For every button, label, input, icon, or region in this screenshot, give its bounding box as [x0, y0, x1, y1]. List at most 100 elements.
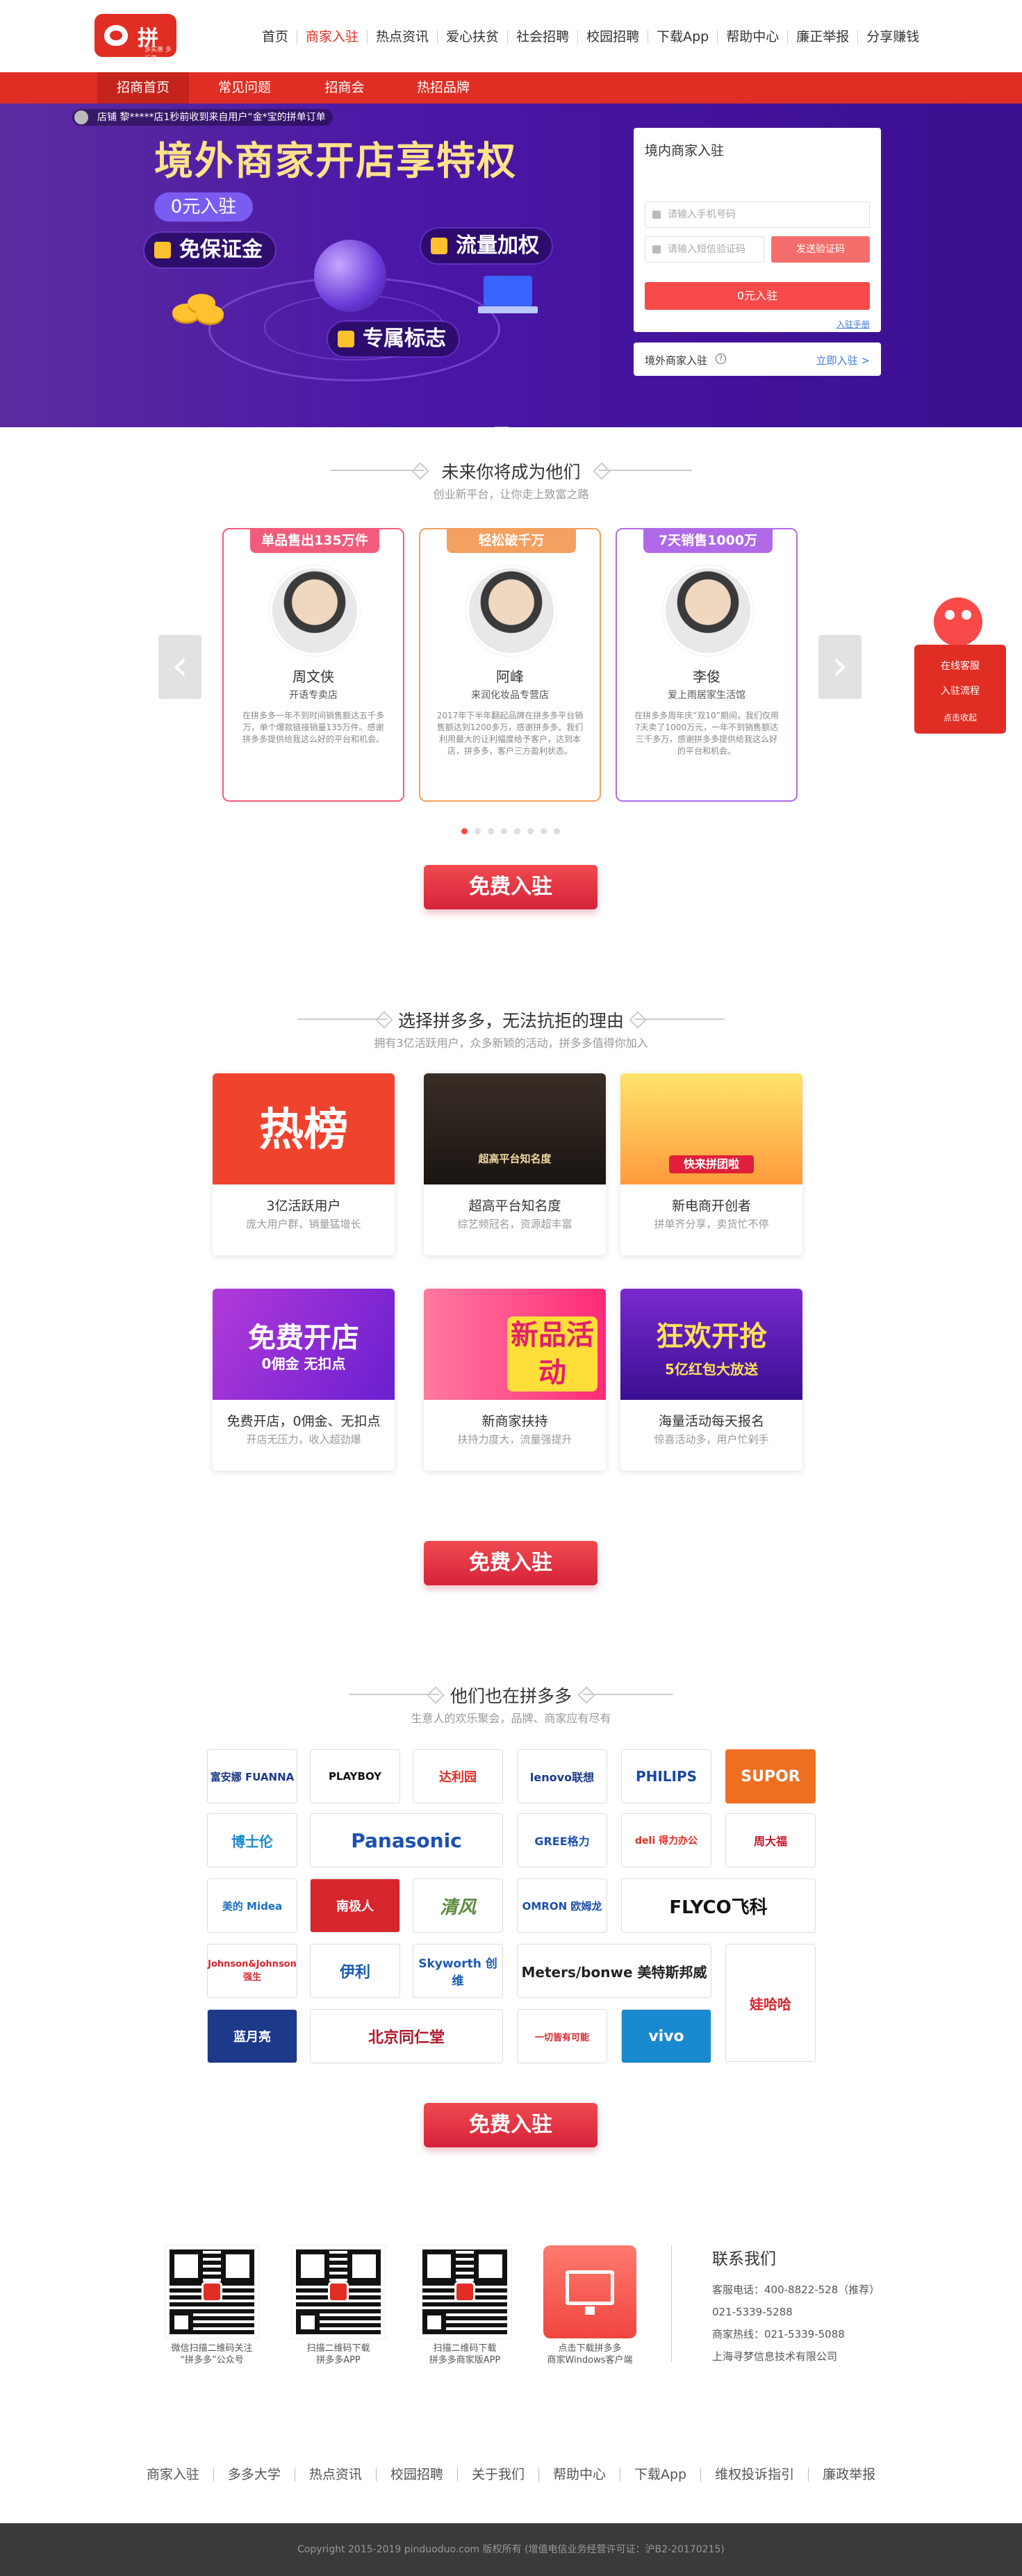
- coins-icon: [172, 290, 224, 323]
- section-subtitle-future: 创业新平台，让你走上致富之路: [433, 488, 589, 501]
- qr-caption: 扫描二维码下载 拼多多商家版APP: [429, 2343, 501, 2366]
- brand-logo[interactable]: PHILIPS: [621, 1749, 711, 1803]
- footer-link-complaint[interactable]: 维权投诉指引: [700, 2468, 808, 2482]
- brand-logo[interactable]: Johnson&Johnson 强生: [207, 1944, 297, 1998]
- overseas-label: 境外商家入驻: [645, 354, 708, 367]
- app-qr-code: [292, 2245, 385, 2338]
- brand-logo[interactable]: Skyworth 创维: [413, 1944, 503, 1998]
- nav-download-app[interactable]: 下载App: [648, 30, 717, 44]
- brand-logo[interactable]: 博士伦: [207, 1813, 297, 1867]
- footer-link-download[interactable]: 下载App: [619, 2468, 700, 2482]
- overseas-join-link[interactable]: 立即入驻 >: [816, 353, 870, 368]
- nav-social-recruit[interactable]: 社会招聘: [507, 30, 577, 44]
- feature-tile[interactable]: 免费开店 0佣金 无扣点 免费开店，0佣金、无扣点 开店无压力，收入超劲爆: [213, 1289, 395, 1471]
- footer-link-report[interactable]: 廉政举报: [808, 2468, 889, 2482]
- collapse-button[interactable]: 点击收起: [914, 711, 1006, 723]
- footer-divider: [671, 2245, 672, 2362]
- brand-logo[interactable]: 美的 Midea: [207, 1879, 297, 1933]
- free-join-button[interactable]: 免费入驻: [424, 2103, 597, 2147]
- brand-logo[interactable]: 南极人: [310, 1879, 400, 1933]
- footer-link-help[interactable]: 帮助中心: [538, 2468, 620, 2482]
- phone-input[interactable]: 请输入手机号码: [645, 201, 870, 228]
- nav-share-earn[interactable]: 分享赚钱: [857, 30, 928, 44]
- footer-link-campus[interactable]: 校园招聘: [375, 2468, 457, 2482]
- brand-logo[interactable]: PLAYBOY: [310, 1749, 400, 1803]
- qr-caption: 点击下载拼多多 商家Windows客户端: [547, 2343, 633, 2366]
- tab-faq[interactable]: 常见问题: [199, 72, 290, 104]
- signup-title: 境内商家入驻: [645, 143, 725, 158]
- hero-banner: 店铺 黎*****店1秒前收到来自用户“金*宝的拼单订单 境外商家开店享特权 0…: [0, 104, 1022, 443]
- footer-link-university[interactable]: 多多大学: [213, 2468, 295, 2482]
- feature-tile[interactable]: 新品活动 新商家扶持 扶持力度大，流量强提升: [424, 1289, 606, 1471]
- nav-campus-recruit[interactable]: 校园招聘: [577, 30, 648, 44]
- nav-news[interactable]: 热点资讯: [367, 30, 437, 44]
- message-icon: [652, 245, 661, 254]
- brand-logo[interactable]: lenovo联想: [517, 1749, 607, 1803]
- join-guide-link[interactable]: 入驻手册: [836, 318, 870, 330]
- carousel-prev-button[interactable]: ‹: [158, 635, 201, 699]
- brand-logo[interactable]: GREE格力: [517, 1813, 607, 1867]
- company-name: 上海寻梦信息技术有限公司: [712, 2350, 838, 2363]
- hero-slider-dots[interactable]: [495, 419, 527, 443]
- pinduoduo-logo[interactable]: 拼多多 多实惠 多乐趣: [94, 14, 176, 112]
- brand-logo[interactable]: 周大福: [725, 1813, 816, 1867]
- brand-logo[interactable]: Meters/bonwe 美特斯邦威: [517, 1944, 711, 1998]
- brand-logo[interactable]: 一切皆有可能: [517, 2009, 607, 2063]
- logo-slogan: 多实惠 多乐趣: [145, 47, 172, 63]
- footer-link-about[interactable]: 关于我们: [456, 2468, 538, 2482]
- brand-logo[interactable]: 蓝月亮: [207, 2009, 297, 2063]
- brand-logo[interactable]: vivo: [621, 2009, 711, 2063]
- brand-logo[interactable]: Panasonic: [310, 1813, 503, 1867]
- brand-logo[interactable]: deli 得力办公: [621, 1813, 711, 1867]
- nav-help-center[interactable]: 帮助中心: [717, 30, 787, 44]
- brand-logo[interactable]: FLYCO飞科: [621, 1879, 816, 1933]
- brand-logo[interactable]: 北京同仁堂: [310, 2009, 503, 2063]
- tab-merchant-home[interactable]: 招商首页: [97, 72, 189, 104]
- merchant-shop: 开语专卖店: [289, 690, 338, 701]
- brand-logo[interactable]: SUPOR: [725, 1749, 816, 1803]
- footer-link-merchant-join[interactable]: 商家入驻: [133, 2468, 213, 2482]
- tab-hot-brands[interactable]: 热招品牌: [397, 72, 489, 104]
- feature-tile[interactable]: 快来拼团啦 新电商开创者 拼单齐分享，卖货忙不停: [620, 1073, 802, 1255]
- windows-client-download[interactable]: [543, 2245, 636, 2338]
- feature-subtitle: 扶持力度大，流量强提升: [457, 1433, 572, 1446]
- brand-logo[interactable]: 伊利: [310, 1944, 400, 1998]
- contact-merchant-hotline: 商家热线：021-5339-5088: [712, 2328, 845, 2340]
- section-title-future: 未来你将成为他们: [441, 462, 581, 482]
- online-service-link[interactable]: 在线客服: [914, 659, 1006, 672]
- brand-logo[interactable]: 富安娜 FUANNA: [207, 1749, 297, 1803]
- help-icon[interactable]: ?: [716, 354, 726, 364]
- footer-nav: 商家入驻 多多大学 热点资讯 校园招聘 关于我们 帮助中心 下载App 维权投诉…: [0, 2468, 1022, 2482]
- nav-report[interactable]: 廉正举报: [787, 30, 857, 44]
- zero-fee-join-button[interactable]: 0元入驻: [645, 282, 870, 310]
- shield-icon: [154, 242, 171, 258]
- carousel-next-button[interactable]: ›: [818, 635, 862, 699]
- merchant-shop: 来润化妆品专营店: [471, 690, 549, 701]
- feature-tile[interactable]: 狂欢开抢 5亿红包大放送 海量活动每天报名 惊喜活动多，用户忙剁手: [620, 1289, 802, 1471]
- merchant-quote: 在拼多多周年庆“双10”期间，我们仅用7天卖了1000万元，一年不到销售额达三千…: [634, 711, 779, 756]
- nav-charity[interactable]: 爱心扶贫: [437, 30, 507, 44]
- copyright-bar: Copyright 2015-2019 pinduoduo.com 版权所有 (…: [0, 2523, 1022, 2576]
- feature-tile[interactable]: 热榜 3亿活跃用户 庞大用户群，销量猛增长: [213, 1073, 395, 1255]
- brand-logo[interactable]: 清风: [413, 1879, 503, 1933]
- brand-logo[interactable]: 娃哈哈: [725, 1944, 816, 2062]
- feature-subtitle: 拼单齐分享，卖货忙不停: [654, 1218, 769, 1230]
- nav-home[interactable]: 首页: [254, 30, 297, 44]
- feature-image: 新品活动: [424, 1289, 606, 1400]
- merchant-quote: 在拼多多一年不到时间销售额达五千多万，单个爆款链接销量135万件。感谢拼多多提供…: [242, 711, 384, 744]
- free-join-button[interactable]: 免费入驻: [424, 1541, 597, 1585]
- join-process-link[interactable]: 入驻流程: [914, 684, 1006, 697]
- feature-tile[interactable]: 超高平台知名度 超高平台知名度 综艺频冠名，资源超丰富: [424, 1073, 606, 1255]
- site-header: 拼多多 多实惠 多乐趣 首页 商家入驻 热点资讯 爱心扶贫 社会招聘 校园招聘 …: [0, 0, 1022, 112]
- nav-merchant-join[interactable]: 商家入驻: [297, 30, 367, 44]
- carousel-dots[interactable]: [459, 828, 563, 835]
- brand-logo[interactable]: OMRON 欧姆龙: [517, 1879, 607, 1933]
- brand-logo[interactable]: 达利园: [413, 1749, 503, 1803]
- tab-merchant-meeting[interactable]: 招商会: [299, 72, 390, 104]
- free-join-button[interactable]: 免费入驻: [424, 865, 597, 909]
- sub-nav: 招商首页 常见问题 招商会 热招品牌: [0, 72, 1022, 104]
- sms-code-input[interactable]: 请输入短信验证码: [645, 236, 764, 263]
- order-ticker: 店铺 黎*****店1秒前收到来自用户“金*宝的拼单订单: [72, 109, 333, 126]
- send-code-button[interactable]: 发送验证码: [771, 236, 870, 263]
- footer-link-news[interactable]: 热点资讯: [294, 2468, 376, 2482]
